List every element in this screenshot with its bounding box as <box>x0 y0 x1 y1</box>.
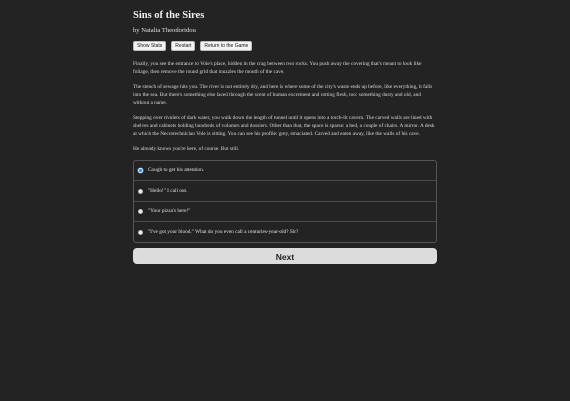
toolbar: Show Stats Restart Return to the Game <box>133 41 437 51</box>
return-to-game-button[interactable]: Return to the Game <box>200 41 253 51</box>
choice-option-4[interactable]: "I've got your blood." What do you even … <box>134 221 436 242</box>
show-stats-button[interactable]: Show Stats <box>133 41 167 51</box>
radio-button[interactable] <box>138 209 143 215</box>
story-paragraph: The stench of sewage hits you. The river… <box>133 83 433 107</box>
choice-option-1[interactable]: Cough to get his attention. <box>134 161 436 181</box>
choice-label: "Hello!" I call out. <box>148 187 188 194</box>
restart-button[interactable]: Restart <box>171 41 196 51</box>
choice-label: Cough to get his attention. <box>148 167 205 174</box>
game-page: Sins of the Sires by Natalia Theodoridou… <box>133 9 437 265</box>
choice-label: "I've got your blood." What do you even … <box>148 228 299 235</box>
radio-button[interactable] <box>138 229 143 235</box>
radio-button[interactable] <box>138 188 143 194</box>
story-text: Finally, you see the entrance to Vole's … <box>133 60 437 153</box>
story-paragraph: He already knows you're here, of course.… <box>133 146 240 153</box>
story-paragraph: Finally, you see the entrance to Vole's … <box>133 61 422 76</box>
game-author: by Natalia Theodoridou <box>133 27 196 34</box>
game-title: Sins of the Sires <box>133 10 205 21</box>
radio-button[interactable] <box>138 168 143 174</box>
next-button[interactable]: Next <box>133 247 437 264</box>
choice-option-2[interactable]: "Hello!" I call out. <box>134 180 436 201</box>
story-paragraph: Stepping over rivulets of dark water, yo… <box>133 115 435 138</box>
choice-option-3[interactable]: "Your pizza's here!" <box>134 200 436 222</box>
choice-label: "Your pizza's here!" <box>148 208 191 215</box>
choice-list: Cough to get his attention. "Hello!" I c… <box>133 159 437 243</box>
